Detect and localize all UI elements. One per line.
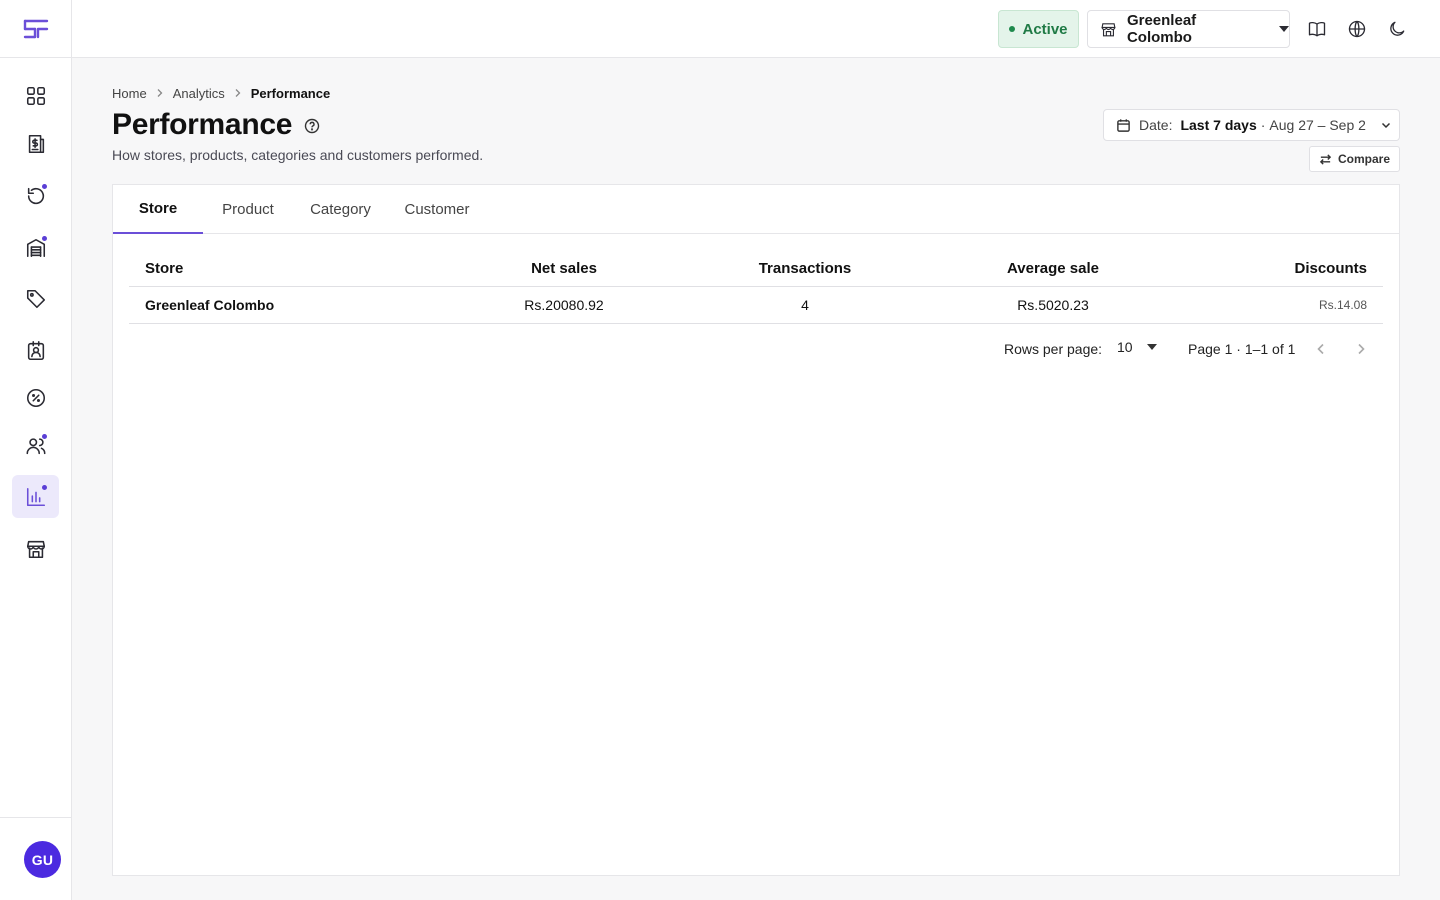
storefront-icon — [26, 540, 45, 558]
compare-button[interactable]: Compare — [1309, 146, 1400, 172]
performance-table: Store Net sales Transactions Average sal… — [129, 251, 1383, 324]
notification-dot — [42, 485, 47, 490]
compare-label: Compare — [1337, 152, 1390, 166]
store-selector[interactable]: Greenleaf Colombo — [1087, 10, 1290, 48]
rows-per-page-select[interactable]: 10 — [1117, 339, 1157, 355]
contact-badge-icon — [27, 340, 44, 360]
status-dot — [1009, 26, 1016, 32]
sidebar-item-dashboard[interactable] — [12, 74, 59, 117]
chevron-right-icon — [233, 87, 243, 101]
date-prefix: Date: — [1139, 117, 1173, 133]
sidebar-item-inventory[interactable] — [12, 226, 59, 269]
status-label: Active — [1022, 20, 1068, 38]
question-circle-icon — [304, 118, 320, 134]
store-selector-label: Greenleaf Colombo — [1126, 12, 1197, 46]
date-range-label: Last 7 days — [1180, 117, 1257, 133]
swap-arrows-icon — [1319, 153, 1332, 165]
breadcrumb-home[interactable]: Home — [112, 86, 147, 101]
invoice-dollar-icon — [28, 134, 44, 153]
tab-product[interactable]: Product — [203, 185, 293, 234]
cell-discounts: Rs.14.08 — [1318, 298, 1367, 312]
column-header-discounts[interactable]: Discounts — [1294, 251, 1367, 286]
notification-dot — [42, 184, 47, 189]
percent-badge-icon — [26, 388, 45, 407]
theme-toggle-button[interactable] — [1387, 19, 1407, 39]
cell-store: Greenleaf Colombo — [145, 297, 275, 313]
previous-page-button[interactable] — [1311, 339, 1331, 359]
sidebar-item-discounts[interactable] — [12, 376, 59, 419]
docs-button[interactable] — [1307, 19, 1327, 39]
brand-logo[interactable] — [0, 0, 72, 58]
chevron-right-icon — [155, 87, 165, 101]
tab-store[interactable]: Store — [113, 185, 203, 234]
chevron-down-icon — [1146, 344, 1157, 350]
sidebar: GU — [0, 0, 72, 900]
column-header-store[interactable]: Store — [145, 251, 183, 286]
chevron-left-icon — [1317, 343, 1324, 355]
sidebar-item-returns[interactable] — [12, 174, 59, 217]
calendar-icon — [1117, 118, 1130, 132]
breadcrumb-current: Performance — [250, 86, 331, 101]
performance-card: Store Product Category Customer Store Ne… — [112, 184, 1400, 876]
store-icon — [1101, 22, 1116, 36]
chevron-down-icon — [1381, 122, 1390, 129]
help-button[interactable] — [304, 118, 320, 134]
date-range: Aug 27 – Sep 2 — [1269, 117, 1366, 133]
tag-icon — [26, 289, 45, 308]
column-header-transactions[interactable]: Transactions — [705, 251, 905, 286]
column-header-net-sales[interactable]: Net sales — [464, 251, 664, 286]
chevron-right-icon — [1358, 343, 1365, 355]
language-button[interactable] — [1347, 19, 1367, 39]
moon-icon — [1390, 21, 1405, 36]
globe-icon — [1348, 20, 1366, 38]
pagination: Rows per page: 10 Page 1 · 1–1 of 1 — [113, 333, 1399, 365]
notification-dot — [42, 236, 47, 241]
cell-net-sales: Rs.20080.92 — [524, 297, 604, 313]
rows-per-page-value: 10 — [1117, 339, 1133, 355]
top-bar: Active Greenleaf Colombo — [72, 0, 1440, 58]
page-subtitle: How stores, products, categories and cus… — [112, 147, 484, 163]
table-header: Store Net sales Transactions Average sal… — [129, 251, 1383, 287]
logo-icon — [23, 19, 49, 38]
page-info: Page 1 · 1–1 of 1 — [1188, 341, 1296, 357]
chevron-down-icon — [1279, 26, 1289, 32]
table-row[interactable]: Greenleaf Colombo Rs.20080.92 4 Rs.5020.… — [129, 287, 1383, 324]
date-separator: · — [1260, 117, 1266, 133]
status-badge: Active — [998, 10, 1079, 48]
sidebar-item-customers[interactable] — [12, 424, 59, 467]
grid-icon — [26, 86, 45, 105]
book-icon — [1308, 21, 1326, 37]
breadcrumb-analytics[interactable]: Analytics — [173, 86, 225, 101]
cell-transactions: 4 — [801, 297, 809, 313]
tab-category[interactable]: Category — [293, 185, 388, 234]
column-header-average-sale[interactable]: Average sale — [953, 251, 1153, 286]
notification-dot — [42, 434, 47, 439]
page-title: Performance — [112, 108, 293, 141]
sidebar-item-sales[interactable] — [12, 122, 59, 165]
cell-average-sale: Rs.5020.23 — [1017, 297, 1089, 313]
sidebar-footer: GU — [0, 817, 72, 900]
sidebar-item-analytics[interactable] — [12, 475, 59, 518]
date-range-picker[interactable]: Date: Last 7 days · Aug 27 – Sep 2 — [1103, 109, 1400, 141]
sidebar-item-stores[interactable] — [12, 527, 59, 570]
sidebar-item-contacts[interactable] — [12, 329, 59, 372]
sidebar-item-products[interactable] — [12, 277, 59, 320]
rows-per-page-label: Rows per page: — [1004, 341, 1103, 357]
breadcrumb: Home Analytics Performance — [112, 86, 330, 101]
tab-bar: Store Product Category Customer — [113, 185, 1399, 234]
next-page-button[interactable] — [1351, 339, 1371, 359]
avatar[interactable]: GU — [24, 841, 61, 878]
tab-customer[interactable]: Customer — [388, 185, 486, 234]
